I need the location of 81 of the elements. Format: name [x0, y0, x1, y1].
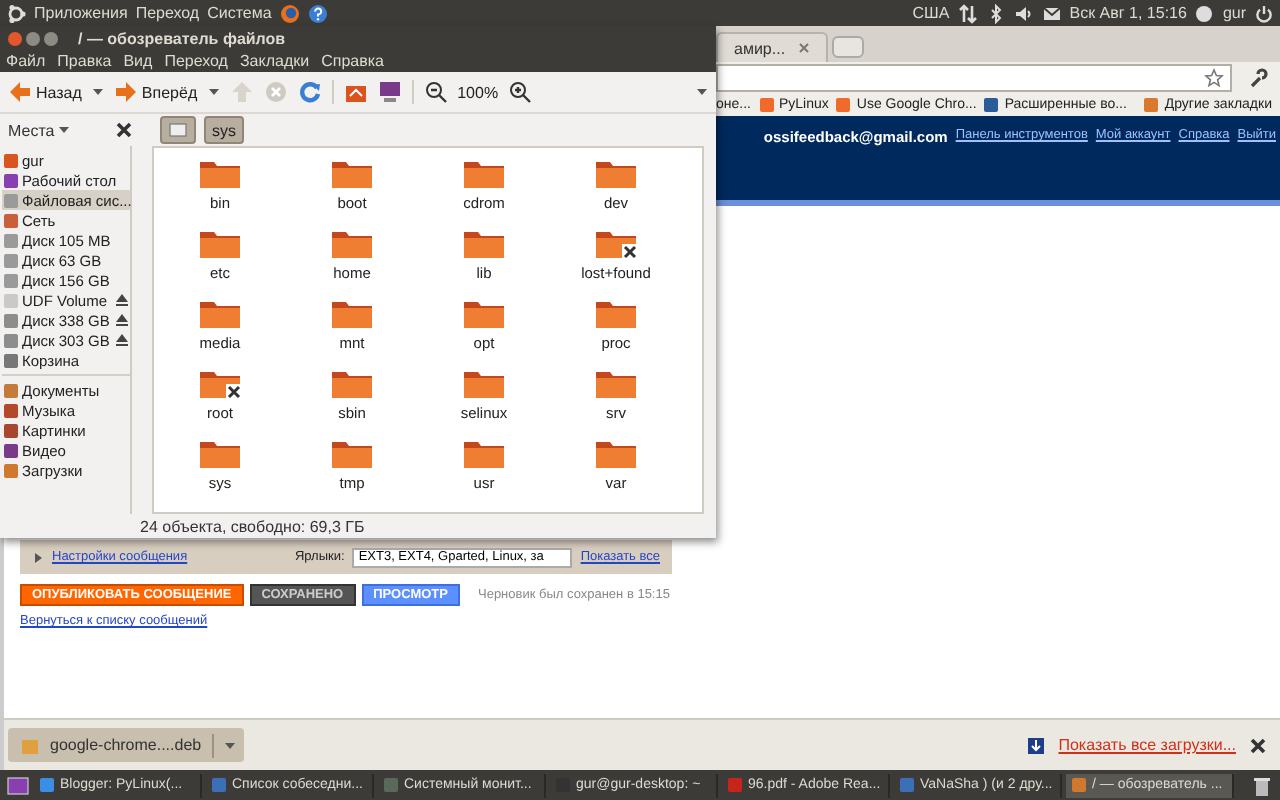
- user-icon[interactable]: [1194, 3, 1215, 23]
- package-icon: [20, 735, 40, 755]
- download-item[interactable]: google-chrome....deb: [8, 728, 244, 762]
- forward-button[interactable]: Вперёд: [113, 80, 198, 104]
- trash-icon[interactable]: [1250, 773, 1274, 797]
- star-icon[interactable]: [1204, 68, 1224, 88]
- site-icon: [984, 98, 999, 112]
- expand-arrow-icon[interactable]: [32, 551, 44, 563]
- network-icon: [4, 213, 18, 227]
- ubuntu-logo-icon[interactable]: [6, 3, 26, 23]
- downloads-folder-icon: [4, 463, 18, 477]
- window-title: / — обозреватель файлов: [78, 29, 286, 47]
- desktop-icon: [4, 173, 18, 187]
- trash-icon: [4, 353, 18, 367]
- caret-icon[interactable]: [696, 86, 708, 98]
- close-tab-icon[interactable]: [797, 42, 810, 54]
- download-arrow-icon: [1026, 735, 1047, 755]
- caret-icon[interactable]: [207, 86, 220, 98]
- folder-icon: [4, 383, 18, 397]
- keyboard-layout[interactable]: США: [912, 4, 950, 22]
- drive-path-button[interactable]: [160, 116, 196, 144]
- places-dropdown[interactable]: Места: [8, 121, 100, 139]
- caret-icon[interactable]: [223, 739, 236, 751]
- user-name[interactable]: gur: [1222, 4, 1246, 22]
- menu-item[interactable]: Файл: [6, 52, 46, 70]
- network-arrows-icon[interactable]: [957, 3, 978, 23]
- close-icon[interactable]: [1248, 735, 1268, 755]
- left-arrow-icon: [8, 80, 32, 104]
- drive-icon: [168, 120, 188, 140]
- menu-item[interactable]: Правка: [57, 52, 112, 70]
- zoom-in-icon[interactable]: [508, 80, 533, 104]
- music-folder-icon: [4, 403, 18, 417]
- site-icon: [759, 98, 773, 112]
- menu-item[interactable]: Переход: [164, 52, 228, 70]
- app-icon: [384, 778, 398, 792]
- app-icon: [40, 778, 54, 792]
- clock[interactable]: Вск Авг 1, 15:16: [1069, 4, 1187, 22]
- browser-tab[interactable]: амир...: [716, 32, 828, 62]
- folder-icon: [1144, 98, 1159, 112]
- site-icon: [836, 98, 851, 112]
- status-text: 24 объекта, свободно: 69,3 ГБ: [140, 517, 365, 535]
- show-desktop-icon[interactable]: [6, 773, 30, 797]
- wrench-icon[interactable]: [1248, 68, 1268, 88]
- app-icon: [212, 778, 226, 792]
- eject-icon[interactable]: [114, 312, 130, 328]
- address-field[interactable]: [716, 64, 1232, 92]
- panel-menu[interactable]: Приложения: [34, 4, 128, 22]
- close-icon[interactable]: [116, 122, 132, 138]
- menu-item[interactable]: Вид: [123, 52, 153, 70]
- minimize-button[interactable]: [26, 31, 40, 45]
- computer-icon[interactable]: [377, 80, 402, 104]
- zoom-out-icon[interactable]: [423, 80, 448, 104]
- path-button[interactable]: sys: [204, 116, 244, 144]
- volume-icon[interactable]: [1013, 3, 1034, 23]
- envelope-icon[interactable]: [1041, 3, 1062, 23]
- app-icon: [728, 778, 742, 792]
- home-folder-icon: [4, 153, 18, 167]
- drive-icon: [4, 193, 18, 207]
- home-folder-icon[interactable]: [343, 80, 368, 104]
- video-folder-icon: [4, 443, 18, 457]
- zoom-level: 100%: [457, 83, 499, 101]
- eject-icon[interactable]: [114, 292, 130, 308]
- right-arrow-icon: [113, 80, 138, 104]
- menu-item[interactable]: Закладки: [239, 52, 310, 70]
- back-button[interactable]: Назад: [8, 80, 82, 104]
- app-icon: [900, 778, 914, 792]
- panel-menu[interactable]: Переход: [135, 4, 200, 22]
- app-icon: [1072, 778, 1086, 792]
- menu-item[interactable]: Справка: [321, 52, 384, 70]
- reload-icon[interactable]: [297, 80, 322, 104]
- help-icon[interactable]: [307, 3, 328, 23]
- pictures-folder-icon: [4, 423, 18, 437]
- maximize-button[interactable]: [44, 31, 58, 45]
- power-icon[interactable]: [1254, 3, 1274, 23]
- caret-icon[interactable]: [91, 86, 104, 98]
- bluetooth-icon[interactable]: [985, 3, 1006, 23]
- eject-icon[interactable]: [114, 332, 130, 348]
- close-window-button[interactable]: [8, 31, 22, 45]
- show-all-downloads-link[interactable]: Показать все загрузки...: [1058, 736, 1236, 754]
- panel-menu[interactable]: Система: [207, 4, 272, 22]
- caret-icon: [58, 123, 71, 135]
